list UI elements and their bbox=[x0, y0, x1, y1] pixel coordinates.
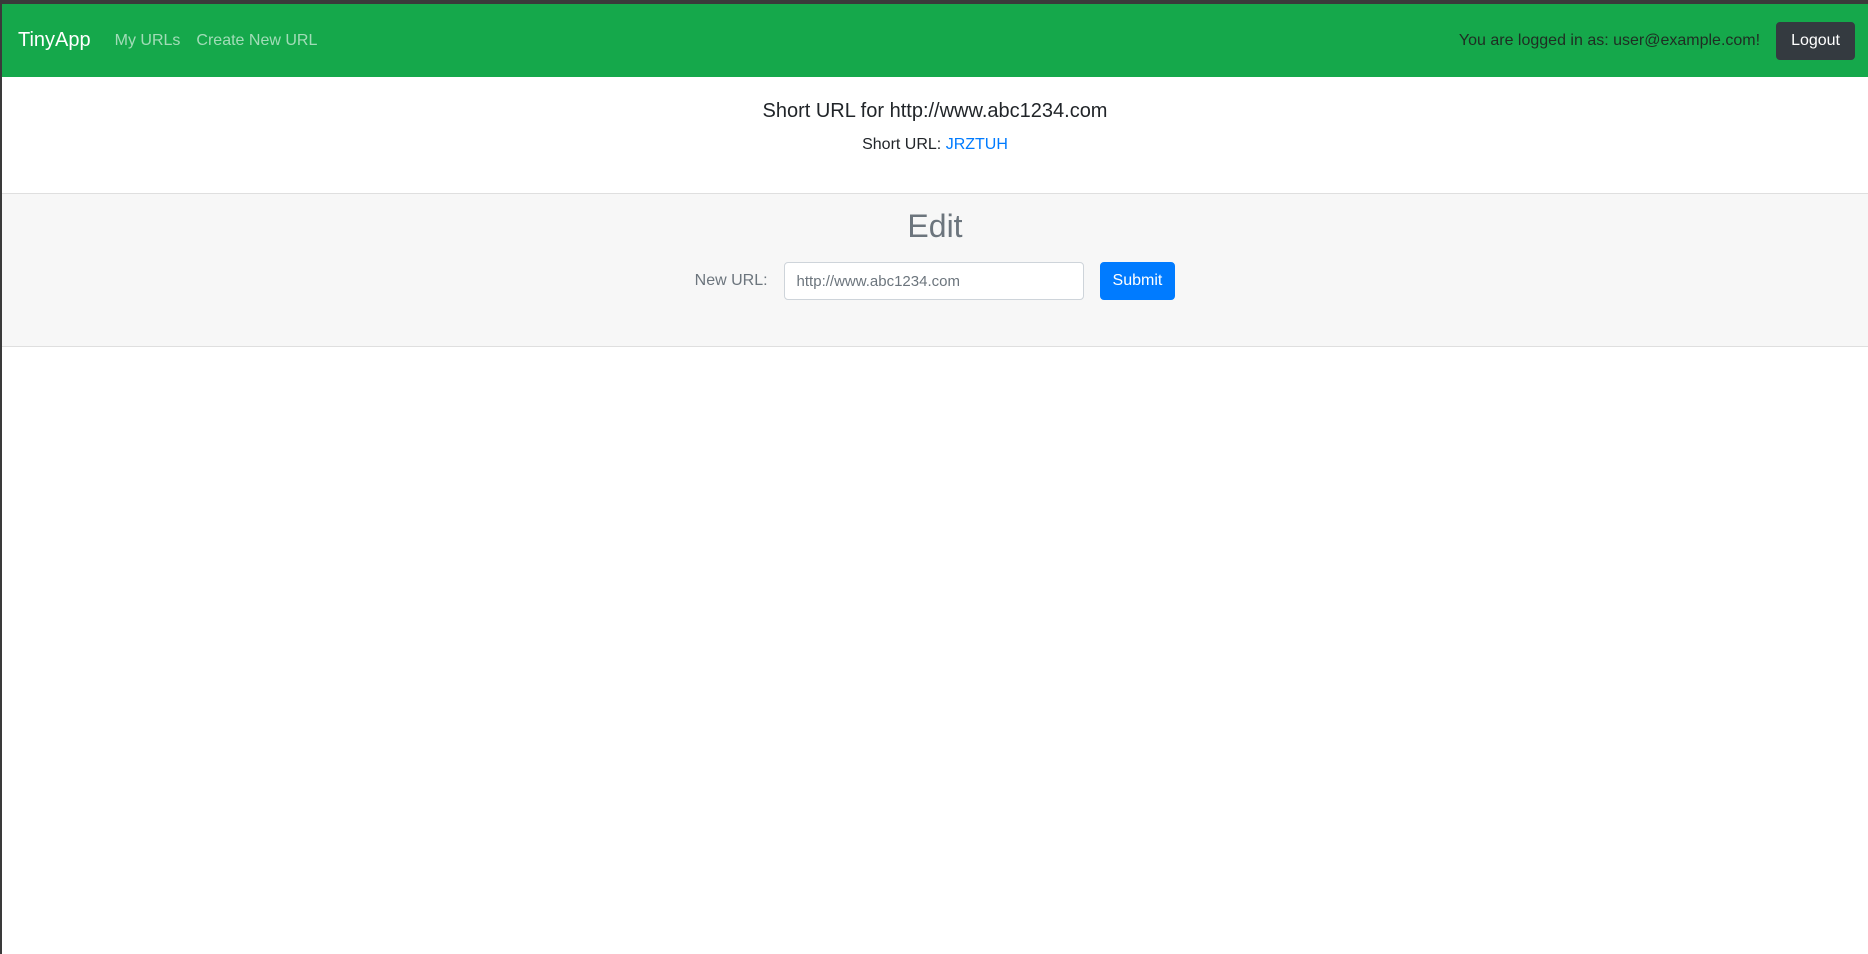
url-summary: Short URL for http://www.abc1234.com Sho… bbox=[2, 77, 1868, 194]
edit-heading: Edit bbox=[907, 208, 963, 244]
page-viewport: TinyApp My URLs Create New URL You are l… bbox=[2, 4, 1868, 954]
short-url-link[interactable]: JRZTUH bbox=[946, 136, 1008, 153]
browser-window: TinyApp My URLs Create New URL You are l… bbox=[0, 0, 1868, 954]
new-url-label: New URL: bbox=[694, 272, 768, 289]
nav-link-create-new-url[interactable]: Create New URL bbox=[196, 32, 317, 50]
brand-link[interactable]: TinyApp bbox=[18, 29, 91, 52]
page-title: Short URL for http://www.abc1234.com bbox=[762, 100, 1108, 122]
edit-url-form: New URL: Submit bbox=[2, 262, 1868, 300]
edit-section: Edit New URL: Submit bbox=[2, 194, 1868, 347]
new-url-input[interactable] bbox=[783, 262, 1084, 300]
short-url-line: Short URL: JRZTUH bbox=[2, 136, 1868, 154]
short-url-label: Short URL: bbox=[862, 136, 942, 153]
submit-button[interactable]: Submit bbox=[1099, 262, 1176, 300]
logout-button[interactable]: Logout bbox=[1776, 21, 1855, 60]
nav-user-area: You are logged in as: user@example.com! … bbox=[1458, 21, 1855, 60]
top-navbar: TinyApp My URLs Create New URL You are l… bbox=[2, 4, 1868, 77]
nav-link-my-urls[interactable]: My URLs bbox=[115, 32, 181, 50]
login-status-text: You are logged in as: user@example.com! bbox=[1458, 31, 1761, 49]
